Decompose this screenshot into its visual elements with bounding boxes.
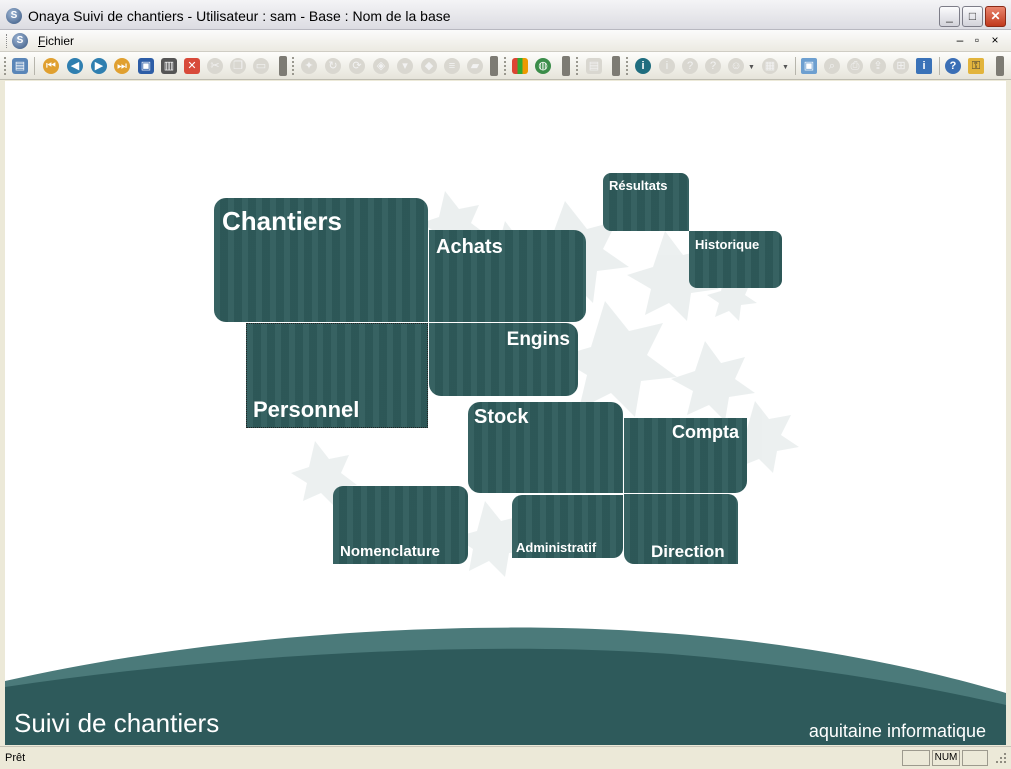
lock-icon[interactable]: ◈	[373, 58, 389, 74]
paste-icon[interactable]: ▭	[253, 58, 269, 74]
help-disabled-icon[interactable]: ?	[682, 58, 698, 74]
status-panel-scroll	[962, 750, 988, 766]
main-canvas: Chantiers Achats Résultats Historique Pe…	[5, 81, 1006, 745]
menu-tile-resultats[interactable]: Résultats	[603, 173, 689, 231]
toolbar: ▤ ⏮ ◀ ▶ ⏭ ▣ ▥ ✕ ✂ ❐ ▭ ✦ ↻ ⟳ ◈ ▾ ◆ ≡ ▰ ◍ …	[0, 52, 1011, 80]
tile-label: Compta	[672, 422, 739, 442]
menu-tile-engins[interactable]: Engins	[429, 323, 578, 396]
tile-label: Historique	[695, 237, 760, 252]
last-record-icon[interactable]: ⏭	[114, 58, 130, 74]
menu-tile-administratif[interactable]: Administratif	[512, 495, 623, 558]
menu-tile-historique[interactable]: Historique	[689, 231, 782, 288]
stack-icon[interactable]: ≡	[444, 58, 460, 74]
mdi-minimize-button[interactable]: –	[953, 33, 967, 47]
print-icon[interactable]: ⎙	[847, 58, 863, 74]
first-record-icon[interactable]: ⏮	[43, 58, 59, 74]
copy-icon[interactable]: ❐	[230, 58, 246, 74]
toolbar-overflow-button[interactable]	[612, 56, 620, 76]
delete-icon[interactable]: ✕	[184, 58, 200, 74]
menu-item-fichier[interactable]: Fichier	[38, 34, 74, 48]
app-name-text: Suivi de chantiers	[14, 708, 220, 738]
menu-tile-achats[interactable]: Achats	[429, 230, 586, 322]
cube-icon[interactable]: ◆	[421, 58, 437, 74]
status-panel-num: NUM	[932, 750, 960, 766]
refresh-icon[interactable]: ⟳	[349, 58, 365, 74]
dropdown-icon[interactable]: ▼	[748, 64, 755, 71]
mdi-close-button[interactable]: ×	[988, 33, 1002, 47]
help-round-icon[interactable]: ?	[945, 58, 961, 74]
tile-label: Direction	[651, 542, 725, 561]
tile-label: Résultats	[609, 178, 668, 193]
toolbar-grip-handle[interactable]	[626, 57, 630, 75]
save-icon[interactable]: ▣	[138, 58, 154, 74]
document-icon[interactable]: S	[12, 33, 28, 49]
title-bar[interactable]: S Onaya Suivi de chantiers - Utilisateur…	[0, 0, 1011, 30]
tile-label: Engins	[506, 329, 570, 350]
menu-tile-compta[interactable]: Compta	[624, 418, 747, 493]
toolbar-grip-handle[interactable]	[4, 57, 8, 75]
info-icon[interactable]: i	[635, 58, 651, 74]
chevron-down-icon[interactable]: ▼	[782, 64, 789, 71]
window-title: Onaya Suivi de chantiers - Utilisateur :…	[28, 8, 451, 24]
toolbar-grip-handle[interactable]	[576, 57, 580, 75]
toolbar-overflow-button[interactable]	[996, 56, 1004, 76]
menu-grip-handle[interactable]	[6, 34, 10, 48]
toolbar-overflow-button[interactable]	[279, 56, 287, 76]
toolbar-separator	[939, 57, 940, 75]
status-panel-caps	[902, 750, 930, 766]
resize-grip-icon[interactable]	[995, 752, 1007, 764]
toolbar-overflow-button[interactable]	[490, 56, 498, 76]
menu-tile-direction[interactable]: Direction	[624, 494, 738, 564]
status-text: Prêt	[5, 752, 26, 764]
image-icon[interactable]: ▣	[801, 58, 817, 74]
minimize-button[interactable]: _	[939, 6, 960, 27]
chart-icon[interactable]	[512, 58, 528, 74]
toolbar-separator	[34, 57, 35, 75]
rotate-icon[interactable]: ↻	[325, 58, 341, 74]
toolbar-grip-handle[interactable]	[504, 57, 508, 75]
toolbar-separator	[795, 57, 796, 75]
next-record-icon[interactable]: ▶	[91, 58, 107, 74]
mdi-restore-button[interactable]: ▫	[970, 33, 984, 47]
export-icon[interactable]: ⇪	[870, 58, 886, 74]
menu-tile-nomenclature[interactable]: Nomenclature	[333, 486, 468, 564]
close-button[interactable]: ✕	[985, 6, 1006, 27]
company-name-text: aquitaine informatique	[808, 721, 986, 741]
zoom-icon[interactable]: ⌕	[824, 58, 840, 74]
wand-icon[interactable]: ✦	[301, 58, 317, 74]
tile-label: Chantiers	[222, 206, 342, 236]
report-icon[interactable]: ▤	[586, 58, 602, 74]
toolbar-overflow-button[interactable]	[562, 56, 570, 76]
tree-icon[interactable]: ⊞	[893, 58, 909, 74]
filter-icon[interactable]: ▾	[397, 58, 413, 74]
menu-tile-chantiers[interactable]: Chantiers	[214, 198, 428, 322]
info-disabled-icon[interactable]: i	[659, 58, 675, 74]
help-icon[interactable]: ?	[705, 58, 721, 74]
menu-bar: S Fichier – ▫ ×	[0, 30, 1011, 52]
maximize-button[interactable]: □	[962, 6, 983, 27]
user-icon[interactable]: ☺	[728, 58, 744, 74]
about-icon[interactable]: i	[916, 58, 932, 74]
eraser-icon[interactable]: ▰	[467, 58, 483, 74]
globe-icon[interactable]: ◍	[535, 58, 551, 74]
cut-icon[interactable]: ✂	[207, 58, 223, 74]
trash-icon[interactable]: ▥	[161, 58, 177, 74]
exit-icon[interactable]: ⚿	[968, 58, 984, 74]
menu-tile-stock[interactable]: Stock	[468, 402, 623, 493]
tile-label: Nomenclature	[340, 543, 441, 560]
tile-label: Personnel	[253, 397, 360, 422]
tile-label: Stock	[474, 406, 529, 428]
menu-tile-personnel[interactable]: Personnel	[246, 323, 428, 428]
previous-record-icon[interactable]: ◀	[67, 58, 83, 74]
notes-icon[interactable]: ▤	[12, 58, 28, 74]
tile-label: Achats	[436, 236, 503, 258]
app-logo-icon: S	[6, 8, 22, 24]
toolbar-grip-handle[interactable]	[292, 57, 296, 75]
tile-label: Administratif	[516, 540, 597, 555]
calendar-icon[interactable]: ▦	[762, 58, 778, 74]
status-bar: Prêt NUM	[0, 746, 1011, 769]
